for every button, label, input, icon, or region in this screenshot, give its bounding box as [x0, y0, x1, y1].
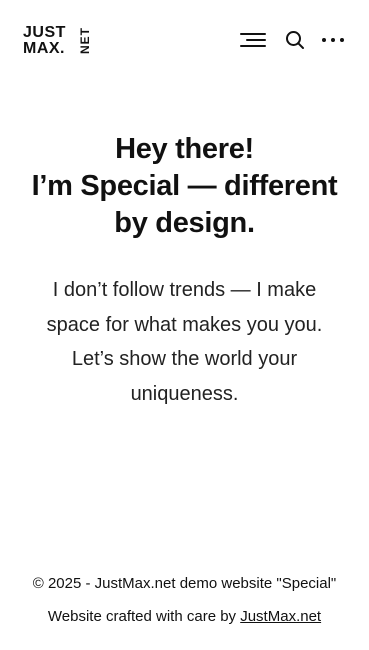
menu-icon: [240, 33, 266, 47]
crafted-by-text: Website crafted with care by JustMax.net: [0, 607, 369, 627]
search-button[interactable]: [281, 26, 309, 54]
hero-title-line: by design.: [114, 207, 255, 239]
site-header: JUST MAX. NET: [0, 0, 369, 80]
logo-suffix: NET: [78, 27, 92, 54]
justmax-link[interactable]: JustMax.net: [240, 608, 321, 625]
logo-text-line2: MAX.: [23, 40, 65, 57]
hero-title: Hey there! I’m Special — different by de…: [0, 131, 369, 242]
crafted-by-prefix: Website crafted with care by: [47, 608, 241, 625]
site-footer: © 2025 - JustMax.net demo website "Speci…: [0, 574, 369, 627]
hero-title-line: I’m Special — different: [31, 170, 338, 202]
hero-title-line: Hey there!: [115, 133, 254, 165]
more-icon: [322, 38, 344, 42]
site-logo[interactable]: JUST MAX. NET: [23, 24, 93, 58]
hero-description-line: uniqueness.: [130, 382, 239, 405]
copyright-text: © 2025 - JustMax.net demo website "Speci…: [32, 575, 337, 592]
search-icon: [286, 31, 304, 49]
hero-description-line: I don’t follow trends — I make: [52, 279, 317, 301]
hero-description-line: space for what makes you you.: [46, 313, 323, 336]
more-options-button[interactable]: [319, 26, 347, 54]
menu-button[interactable]: [239, 26, 267, 54]
hero-description-line: Let’s show the world your: [71, 348, 298, 370]
logo-text-line1: JUST: [23, 24, 66, 41]
hero-description: I don’t follow trends — I make space for…: [20, 273, 349, 411]
